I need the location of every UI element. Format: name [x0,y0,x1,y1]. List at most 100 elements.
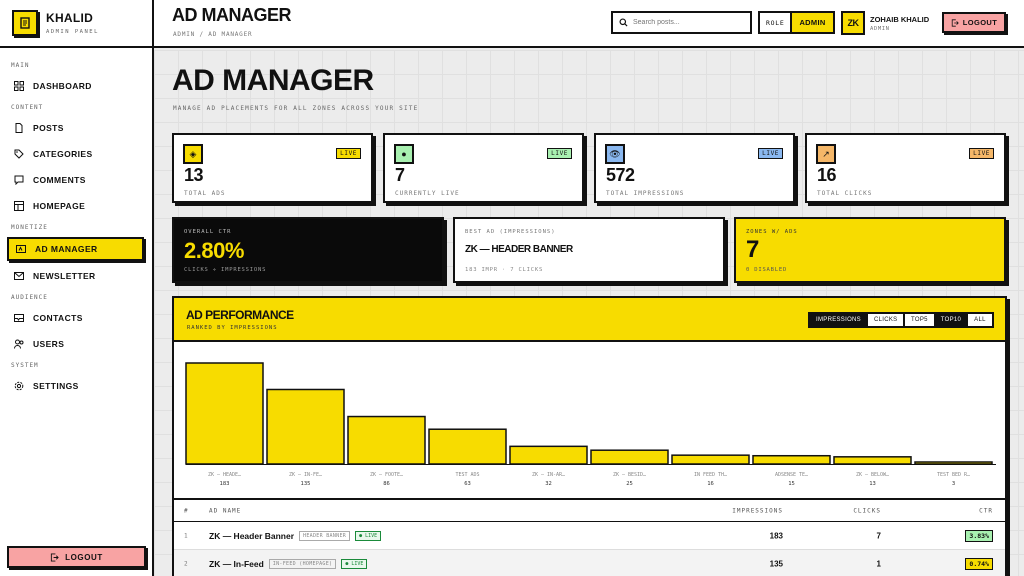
range-top10-button[interactable]: TOP10 [933,314,968,326]
chart-bar[interactable] [428,428,507,465]
chart-bar[interactable] [671,454,750,465]
stat-label: TOTAL CLICKS [817,190,873,197]
logout-label: LOGOUT [962,18,998,27]
sidebar-item-settings[interactable]: SETTINGS [0,374,152,398]
chart-value-label: 32 [545,481,552,487]
live-badge: ● LIVE [355,530,382,541]
brand[interactable]: KHALID ADMIN PANEL [0,0,152,48]
layout-icon [14,201,24,211]
sidebar-item-ad-manager[interactable]: AD MANAGER [7,237,144,261]
chart-bar[interactable] [752,454,831,465]
chart-bar[interactable] [914,461,993,465]
chart-category-label: ZK — BESID… [613,472,646,478]
sidebar: KHALID ADMIN PANEL MAIN DASHBOARD CONTEN… [0,0,154,576]
chart-value-label: 3 [952,481,955,487]
sidebar-item-categories[interactable]: CATEGORIES [0,142,152,166]
sidebar-item-posts[interactable]: POSTS [0,116,152,140]
range-all-button[interactable]: ALL [967,314,992,326]
range-top5-button[interactable]: TOP5 [905,314,934,326]
col-impressions[interactable]: IMPRESSIONS [732,507,783,514]
col-ctr[interactable]: CTR [979,507,993,514]
sidebar-item-users[interactable]: USERS [0,332,152,356]
metric-toggle: IMPRESSIONS CLICKS [808,312,906,328]
card-sub: 0 DISABLED [746,267,788,273]
chart-category-label: ZK — IN-AR… [532,472,565,478]
chart-value-label: 135 [301,481,311,487]
row-name-cell: ZK — Header Banner HEADER BANNER ● LIVE [209,530,382,541]
stat-card-total-impressions: 👁 LIVE 572 TOTAL IMPRESSIONS [594,133,795,203]
stat-label: TOTAL IMPRESSIONS [606,190,685,197]
chart-bar[interactable] [347,415,426,465]
sidebar-item-label: NEWSLETTER [33,271,96,281]
logout-icon [951,18,959,27]
row-clicks: 7 [876,531,881,540]
topbar-logout-button[interactable]: LOGOUT [942,12,1006,33]
nav-section-system: SYSTEM [11,362,39,369]
table-header: # AD NAME IMPRESSIONS CLICKS CTR [174,500,1005,522]
chart-value-label: 183 [220,481,230,487]
sidebar-item-newsletter[interactable]: NEWSLETTER [0,264,152,288]
chart-bar[interactable] [509,445,588,465]
sidebar-item-label: HOMEPAGE [33,201,86,211]
sidebar-item-label: AD MANAGER [35,244,98,254]
chart-value-label: 13 [869,481,876,487]
chart-category-label: IN FEED TH… [694,472,727,478]
search-box[interactable] [611,11,752,34]
sidebar-item-homepage[interactable]: HOMEPAGE [0,194,152,218]
nav-section-content: CONTENT [11,104,44,111]
brand-name: KHALID [46,11,94,25]
table-row[interactable]: 2 ZK — In-Feed IN-FEED (HOMEPAGE) ● LIVE… [174,550,1005,576]
chart-value-label: 86 [383,481,390,487]
users-icon [14,339,24,349]
sidebar-item-label: CATEGORIES [33,149,93,159]
ad-performance-panel: AD PERFORMANCE RANKED BY IMPRESSIONS IMP… [172,296,1007,576]
zones-value: 7 [746,236,759,263]
avatar[interactable]: ZK [841,11,865,35]
role-switcher[interactable]: ROLE ADMIN [758,11,835,34]
sidebar-logout-button[interactable]: LOGOUT [7,546,146,568]
chart-category-label: ADSENSE TE… [775,472,808,478]
stat-value: 7 [395,165,405,185]
live-badge: ● LIVE [341,558,368,569]
best-ad-name: ZK — HEADER BANNER [465,244,573,255]
sidebar-item-label: USERS [33,339,65,349]
ctr-value: 2.80% [184,238,244,263]
table-row[interactable]: 1 ZK — Header Banner HEADER BANNER ● LIV… [174,522,1005,550]
inbox-icon [14,313,24,323]
brand-subtitle: ADMIN PANEL [46,29,99,35]
chart-category-label: ZK — FOOTE… [370,472,403,478]
col-clicks[interactable]: CLICKS [853,507,881,514]
chart-bar[interactable] [185,362,264,465]
sidebar-item-comments[interactable]: COMMENTS [0,168,152,192]
arrow-up-right-icon: ↗ [816,144,836,164]
ad-name[interactable]: ZK — In-Feed [209,559,264,569]
stat-value: 572 [606,165,635,185]
ad-name[interactable]: ZK — Header Banner [209,531,294,541]
stat-value: 13 [184,165,204,185]
col-ad-name[interactable]: AD NAME [209,507,241,514]
card-label: OVERALL CTR [184,229,232,235]
row-num: 2 [184,560,188,567]
user-role: ADMIN [870,26,890,32]
topbar: AD MANAGER ADMIN / AD MANAGER ROLE ADMIN… [154,0,1024,48]
best-ad-card: BEST AD (IMPRESSIONS) ZK — HEADER BANNER… [453,217,725,283]
chart-bar[interactable] [590,449,669,465]
mail-icon [14,271,24,281]
file-icon [14,123,24,133]
metric-clicks-button[interactable]: CLICKS [866,314,903,326]
search-input[interactable] [633,19,743,26]
metric-impressions-button[interactable]: IMPRESSIONS [810,314,867,326]
comment-icon [14,175,24,185]
row-ctr: 0.74% [965,557,993,570]
overall-ctr-card: OVERALL CTR 2.80% CLICKS ÷ IMPRESSIONS [172,217,444,283]
chart-bar[interactable] [266,388,345,465]
chart-category-label: ZK — HEADE… [208,472,241,478]
document-icon [12,10,38,36]
stat-card-currently-live: ● LIVE 7 CURRENTLY LIVE [383,133,584,203]
role-value[interactable]: ADMIN [790,13,833,32]
sidebar-item-dashboard[interactable]: DASHBOARD [0,74,152,98]
chart-bar[interactable] [833,456,912,465]
status-badge: LIVE [758,148,783,159]
sidebar-item-contacts[interactable]: CONTACTS [0,306,152,330]
topbar-title: AD MANAGER [172,5,292,25]
